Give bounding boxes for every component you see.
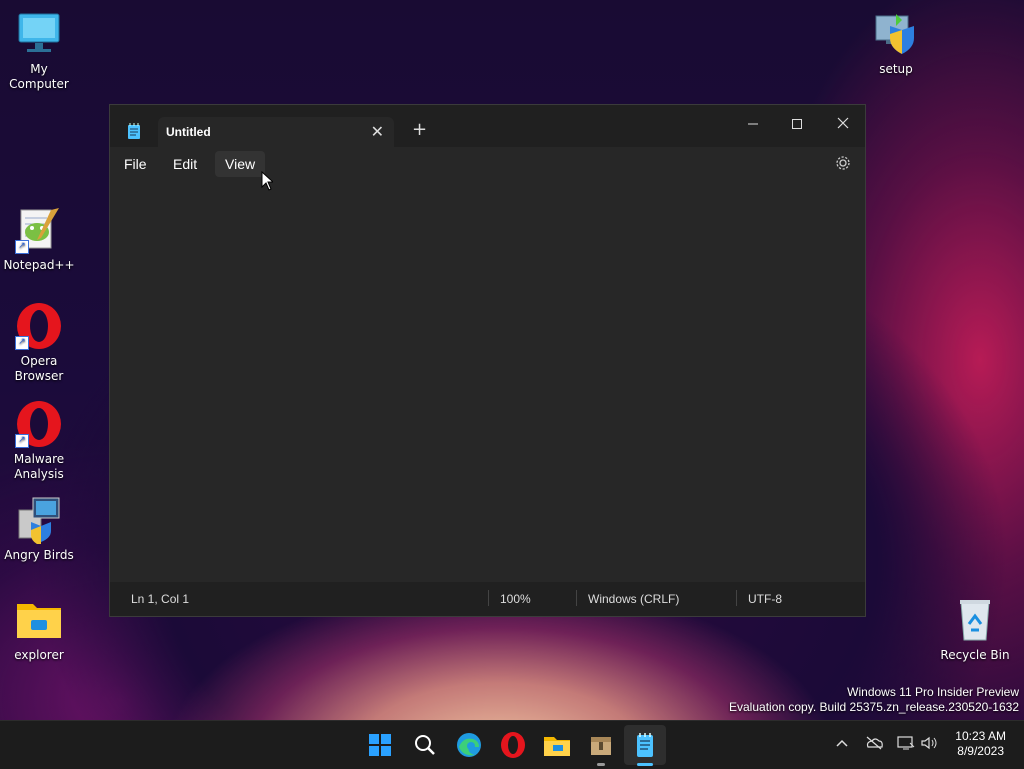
active-indicator — [637, 763, 653, 766]
clock-date: 8/9/2023 — [957, 744, 1004, 758]
mouse-cursor-icon — [261, 170, 275, 195]
notepad-window: Untitled ✕ + File Edit View Ln 1, Col 1 … — [109, 104, 866, 617]
recycle-bin-icon — [951, 596, 999, 644]
shortcut-arrow-icon: ↗ — [15, 336, 29, 350]
tab-untitled[interactable]: Untitled ✕ — [158, 117, 394, 147]
notepad-icon[interactable] — [629, 729, 661, 761]
system-clock[interactable]: 10:23 AM 8/9/2023 — [955, 729, 1006, 759]
settings-gear-icon[interactable] — [835, 155, 853, 173]
status-encoding[interactable]: UTF-8 — [748, 592, 782, 606]
setup-shield-icon — [872, 10, 920, 58]
desktop-icon-malware-analysis[interactable]: ↗ Malware Analysis — [0, 400, 79, 482]
folder-icon — [15, 596, 63, 644]
tab-title: Untitled — [166, 125, 211, 139]
shortcut-arrow-icon: ↗ — [15, 434, 29, 448]
desktop-icon-my-computer[interactable]: My Computer — [0, 10, 79, 92]
desktop-icon-label: Malware Analysis — [13, 452, 65, 481]
desktop-icon-setup[interactable]: setup — [856, 10, 936, 77]
status-cursor-position: Ln 1, Col 1 — [131, 592, 190, 606]
opera-icon: ↗ — [15, 400, 63, 448]
onedrive-offline-icon[interactable] — [865, 735, 883, 753]
volume-icon[interactable] — [920, 735, 938, 753]
notepadpp-icon: ↗ — [15, 206, 63, 254]
close-button[interactable] — [822, 111, 864, 139]
status-line-ending[interactable]: Windows (CRLF) — [588, 592, 679, 606]
maximize-icon — [792, 119, 802, 129]
watermark-line-2: Evaluation copy. Build 25375.zn_release.… — [729, 700, 1019, 714]
desktop-icon-label: explorer — [14, 648, 64, 662]
taskbar: 10:23 AM 8/9/2023 — [0, 720, 1024, 769]
shortcut-arrow-icon: ↗ — [15, 240, 29, 254]
minimize-button[interactable] — [732, 111, 774, 139]
chevron-up-icon[interactable] — [834, 735, 852, 753]
menu-view[interactable]: View — [215, 151, 266, 177]
windows-watermark: Windows 11 Pro Insider Preview Evaluatio… — [729, 685, 1019, 715]
notepad-icon — [127, 123, 141, 139]
status-bar: Ln 1, Col 1 100% Windows (CRLF) UTF-8 — [110, 582, 865, 616]
opera-icon[interactable] — [497, 729, 529, 761]
opera-icon: ↗ — [15, 302, 63, 350]
desktop-icon-label: Angry Birds — [4, 548, 74, 562]
start-icon[interactable] — [364, 729, 396, 761]
close-tab-icon[interactable]: ✕ — [371, 122, 384, 141]
menu-edit[interactable]: Edit — [163, 151, 207, 177]
clock-time: 10:23 AM — [955, 729, 1006, 743]
close-icon — [837, 117, 849, 129]
desktop-icon-label: Recycle Bin — [940, 648, 1010, 662]
minimize-icon — [748, 123, 758, 125]
edge-icon[interactable] — [453, 729, 485, 761]
archive-icon[interactable] — [585, 729, 617, 761]
desktop-icon-notepadpp[interactable]: ↗ Notepad++ — [0, 206, 79, 273]
status-divider — [736, 590, 737, 606]
file-explorer-icon[interactable] — [541, 729, 573, 761]
title-bar[interactable]: Untitled ✕ + — [110, 105, 865, 147]
desktop-icon-recycle-bin[interactable]: Recycle Bin — [935, 596, 1015, 663]
new-tab-button[interactable]: + — [412, 119, 427, 140]
installer-icon — [15, 496, 63, 546]
search-icon[interactable] — [409, 729, 441, 761]
desktop-icon-angry-birds[interactable]: Angry Birds — [0, 496, 79, 563]
text-editor-area[interactable] — [110, 181, 865, 583]
desktop-icon-label: setup — [879, 62, 913, 76]
menu-file[interactable]: File — [114, 151, 157, 177]
status-divider — [576, 590, 577, 606]
desktop-icon-label: Opera Browser — [14, 354, 64, 383]
running-indicator — [597, 763, 605, 766]
menu-bar: File Edit View — [110, 147, 865, 181]
watermark-line-1: Windows 11 Pro Insider Preview — [847, 685, 1019, 699]
status-zoom[interactable]: 100% — [500, 592, 531, 606]
network-icon[interactable] — [897, 735, 915, 753]
maximize-button[interactable] — [776, 111, 818, 139]
desktop-icon-label: Notepad++ — [3, 258, 75, 272]
desktop-icon-label: My Computer — [9, 62, 69, 91]
monitor-icon — [15, 10, 63, 58]
desktop-icon-opera-browser[interactable]: ↗ Opera Browser — [0, 302, 79, 384]
desktop-icon-explorer[interactable]: explorer — [0, 596, 79, 663]
status-divider — [488, 590, 489, 606]
